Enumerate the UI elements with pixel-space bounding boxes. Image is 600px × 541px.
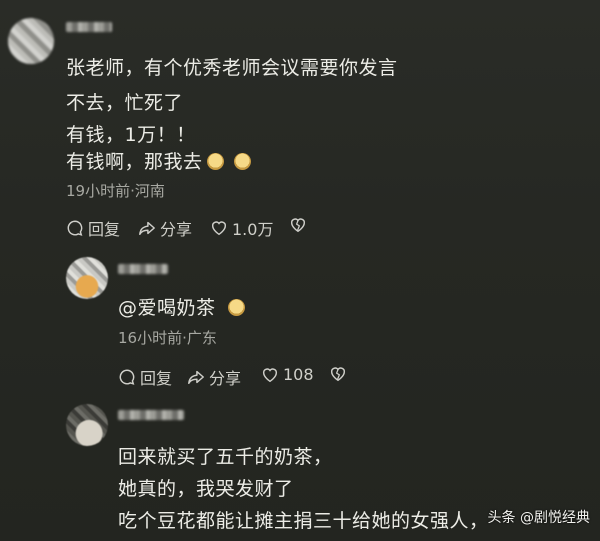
reply-button[interactable]: 回复 xyxy=(118,365,172,389)
reply-icon xyxy=(119,369,135,385)
share-label: 分享 xyxy=(160,220,193,239)
username-blurred[interactable] xyxy=(118,410,184,420)
emoji-icon xyxy=(206,153,224,170)
like-count: 108 xyxy=(283,365,314,384)
dislike-button[interactable] xyxy=(289,216,307,234)
avatar[interactable] xyxy=(8,18,54,64)
reply-text: @爱喝奶茶 xyxy=(118,293,245,320)
like-button[interactable]: 108 xyxy=(261,365,314,384)
watermark: 头条 @剧悦经典 xyxy=(487,510,590,526)
comment-line-text: 有钱啊，那我去 xyxy=(66,151,203,173)
username-blurred[interactable] xyxy=(66,22,112,32)
emoji-icon xyxy=(227,299,245,316)
reply-label: 回复 xyxy=(88,220,121,239)
dislike-icon xyxy=(290,218,306,233)
heart-icon xyxy=(211,221,227,236)
heart-icon xyxy=(262,367,278,382)
avatar[interactable] xyxy=(66,257,108,299)
share-label: 分享 xyxy=(209,369,242,388)
username-blurred[interactable] xyxy=(118,264,168,274)
dislike-button[interactable] xyxy=(329,365,347,383)
share-icon xyxy=(188,370,204,385)
share-button[interactable]: 分享 xyxy=(187,365,241,389)
reply-line: 吃个豆花都能让摊主捐三十给她的女强人， xyxy=(118,510,489,532)
reply-button[interactable]: 回复 xyxy=(66,216,120,240)
share-icon xyxy=(139,221,155,236)
comment-line: 不去，忙死了 xyxy=(66,92,184,114)
comment-line: 有钱，1万！！ xyxy=(66,124,196,146)
comment-line: 有钱啊，那我去 xyxy=(66,147,251,174)
share-button[interactable]: 分享 xyxy=(138,216,192,240)
emoji-icon xyxy=(233,153,251,170)
reply-meta: 16小时前·广东 xyxy=(118,329,217,347)
reply-icon xyxy=(67,220,83,236)
comment-meta: 19小时前·河南 xyxy=(66,182,165,200)
avatar[interactable] xyxy=(66,404,108,446)
comment-line: 张老师，有个优秀老师会议需要你发言 xyxy=(66,57,398,79)
like-button[interactable]: 1.0万 xyxy=(210,216,273,240)
reply-line: 她真的，我哭发财了 xyxy=(118,478,294,500)
reply-line: 回来就买了五千的奶茶， xyxy=(118,446,333,468)
mention-link[interactable]: @爱喝奶茶 xyxy=(118,297,216,319)
dislike-icon xyxy=(330,367,346,382)
reply-label: 回复 xyxy=(140,369,173,388)
like-count: 1.0万 xyxy=(232,220,274,239)
